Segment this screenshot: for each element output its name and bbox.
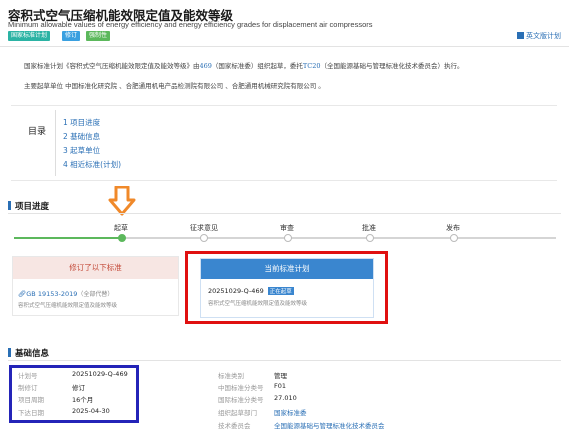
intro-paragraph-1: 国家标准计划《容积式空气压缩机能效限定值及能效等级》由469（国家标准委）组织起…	[24, 62, 464, 70]
toc-label: 目录	[28, 127, 47, 137]
badge-national-plan: 国家标准计划	[8, 31, 51, 41]
step-label-publish: 发布	[446, 224, 460, 232]
step-label-comment: 征求意见	[190, 224, 218, 232]
revised-standard-link[interactable]: 🔗︎GB 19153-2019（全部代替）	[18, 289, 113, 298]
toc-item-progress[interactable]: 1 项目进度	[63, 117, 100, 128]
revised-standard-desc: 容积式空气压缩机能效限定值及能效等级	[18, 303, 118, 309]
basic-val-category: 管理	[274, 372, 287, 380]
header-divider	[0, 46, 569, 47]
progress-track-done	[14, 237, 122, 239]
step-label-approve: 批准	[362, 224, 376, 232]
tc-link-tc20[interactable]: TC20	[303, 62, 321, 70]
basic-val-ics: 27.010	[274, 394, 297, 402]
basic-info-divider	[8, 360, 561, 361]
badge-revision: 修订	[62, 31, 81, 41]
progress-divider	[8, 213, 561, 214]
revised-card-header: 修订了以下标准	[13, 257, 178, 279]
down-arrow-icon	[108, 186, 136, 216]
toc-item-drafting-units[interactable]: 3 起草单位	[63, 145, 100, 156]
toc-item-similar-standards[interactable]: 4 相近标准(计划)	[63, 159, 121, 170]
basic-key-ccs: 中国标准分类号	[218, 384, 264, 392]
english-version-link[interactable]: 英文版计划	[517, 31, 561, 41]
intro-paragraph-2: 主要起草单位 中国标准化研究院 、合肥通用机电产品检测院有限公司 、合肥通用机械…	[24, 82, 325, 90]
progress-track-pending	[122, 237, 556, 239]
step-label-draft: 起草	[114, 224, 128, 232]
step-dot-comment	[200, 234, 208, 242]
step-label-review: 审查	[280, 224, 294, 232]
highlight-blue-box	[9, 365, 139, 423]
basic-val-org-dept-link[interactable]: 国家标准委	[274, 407, 307, 417]
basic-info-heading: 基础信息	[8, 347, 49, 359]
page-subtitle: Minimum allowable values of energy effic…	[8, 20, 373, 29]
basic-val-ccs: F01	[274, 382, 287, 390]
basic-key-tech-committee: 技术委员会	[218, 422, 251, 430]
basic-val-tech-committee-link[interactable]: 全国能源基础与管理标准化技术委员会	[274, 420, 385, 430]
step-dot-draft	[118, 234, 126, 242]
badge-mandatory: 强制性	[86, 31, 111, 41]
toc-item-basic-info[interactable]: 2 基础信息	[63, 131, 100, 142]
document-icon	[517, 32, 524, 39]
progress-heading: 项目进度	[8, 200, 49, 212]
basic-key-ics: 国际标准分类号	[218, 396, 264, 404]
toc-divider	[55, 110, 56, 176]
step-dot-review	[284, 234, 292, 242]
org-link-469[interactable]: 469	[200, 62, 212, 70]
step-dot-approve	[366, 234, 374, 242]
step-dot-publish	[450, 234, 458, 242]
basic-key-category: 标准类别	[218, 372, 244, 380]
basic-key-org-dept: 组织起草部门	[218, 409, 257, 417]
highlight-red-box	[185, 251, 388, 324]
